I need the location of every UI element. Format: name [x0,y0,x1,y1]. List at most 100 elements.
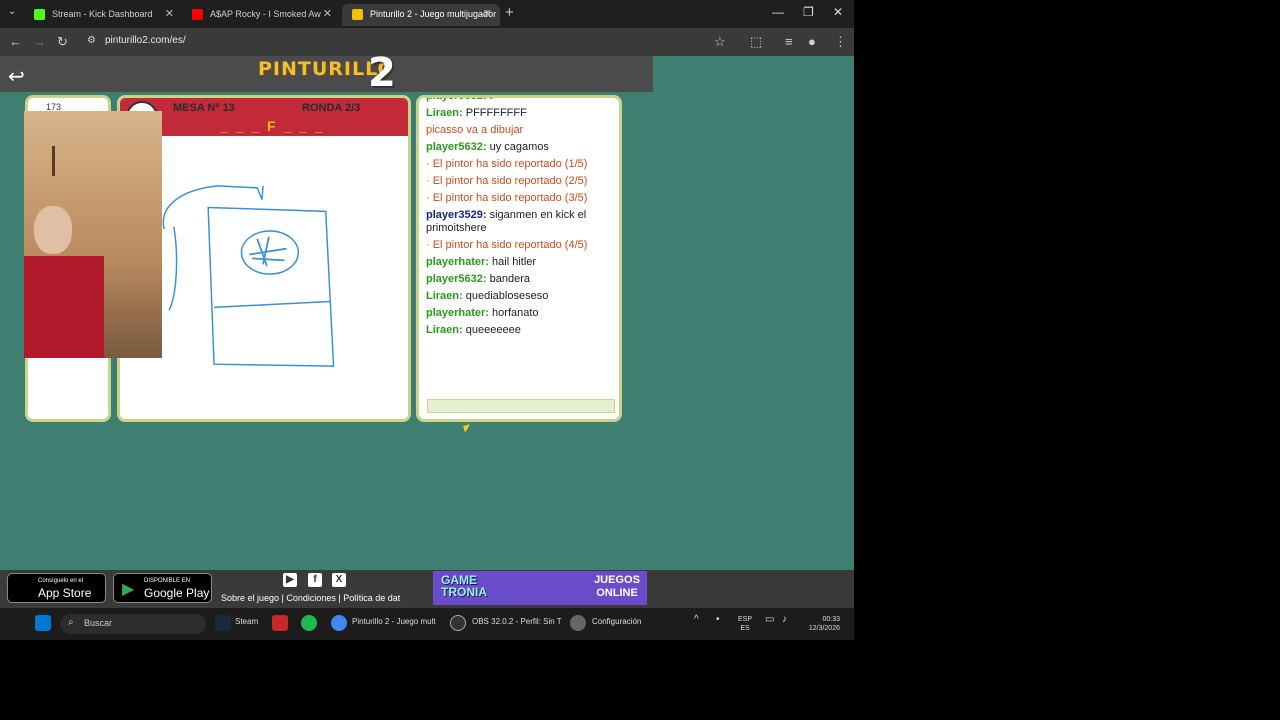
search-placeholder: Buscar [84,618,113,628]
google-play-small: DISPONIBLE EN [144,578,191,584]
game-top-bar: ↩ PINTURILLO 2 [0,50,653,96]
chat-message: playerhater: hail hitler [426,256,618,269]
extensions-icon[interactable]: ⬚ [750,34,762,50]
browser-toolbar: ← → ↻ ⚙ pinturillo2.com/es/ ☆ ⬚ ≡ ● ⋮ [0,28,854,56]
close-icon[interactable]: ✕ [165,4,174,24]
minimize-icon[interactable]: — [772,5,784,19]
back-icon[interactable]: ← [9,34,22,49]
obs-icon[interactable] [450,615,466,631]
taskbar-chrome[interactable]: Pinturillo 2 - Juego mult [352,617,436,626]
app-store-button[interactable]: Consíguelo en el App Store [7,573,106,603]
chat-system-message: · El pintor ha sido reportado (4/5) [426,239,618,252]
start-icon[interactable] [35,615,51,631]
chat-username[interactable]: Liraen: [426,324,463,336]
taskbar-settings[interactable]: Configuración [592,617,641,626]
tab-list-icon[interactable]: ⌄ [8,6,16,17]
tab-title: Pinturillo 2 - Juego multijugador [370,9,497,19]
chat-username[interactable]: player3529: [426,209,487,221]
chat-text: . [489,95,493,102]
taskbar-steam[interactable]: Steam [235,617,258,626]
person-face [34,206,72,254]
chat-username[interactable]: Liraen: [426,107,463,119]
x-icon[interactable]: X [332,573,346,587]
media-control-icon[interactable]: ≡ [785,34,793,49]
microphone-icon[interactable]: • [716,615,720,625]
gametronia-banner[interactable]: GAME TRONIA JUEGOS ONLINE [433,571,647,605]
footer-links[interactable]: Sobre el juego | Condiciones | Política … [221,593,400,603]
site-info-icon[interactable]: ⚙ [87,35,96,46]
close-icon[interactable]: ✕ [483,4,492,24]
clock[interactable]: 00:33 12/3/2026 [800,615,840,633]
chat-system-message: · El pintor ha sido reportado (1/5) [426,158,618,171]
tab-youtube[interactable]: A$AP Rocky - I Smoked Aw ✕ [182,4,340,26]
chat-text: hail hitler [492,256,537,268]
close-icon[interactable]: ✕ [323,4,332,24]
taskbar-obs[interactable]: OBS 32.0.2 - Perfil: Sin T [472,617,562,626]
chat-message: player5632: . [426,95,618,103]
tray-chevron-icon[interactable]: ^ [694,615,699,625]
spotify-icon[interactable] [301,615,317,631]
tab-kick[interactable]: Stream - Kick Dashboard ✕ [24,4,182,26]
keyboard-code: ES [740,625,750,632]
app-store-label: App Store [38,586,92,600]
drawing-canvas[interactable] [120,136,408,419]
tab-title: A$AP Rocky - I Smoked Aw [210,9,321,19]
system-text: · El pintor ha sido reportado (1/5) [426,158,588,170]
volume-icon[interactable]: ♪ [782,615,787,625]
chat-username[interactable]: Liraen: [426,290,463,302]
youtube-icon [192,9,203,20]
system-text: · El pintor ha sido reportado (3/5) [426,192,588,204]
settings-icon[interactable] [570,615,586,631]
app-store-small: Consíguelo en el [38,578,84,584]
word-hint: _ _ _ F _ _ _ [220,118,325,134]
chat-message: player5632: bandera [426,273,618,286]
chat-username[interactable]: player5632: [426,273,487,285]
chat-username[interactable]: player5632: [426,98,487,102]
chat-input[interactable] [427,399,615,413]
person-shirt [24,256,104,358]
google-play-button[interactable]: ▶ DISPONIBLE EN Google Play [113,573,212,603]
page-content: ↩ PINTURILLO 2 173 MESA Nº 13 RONDA 2/3 … [0,50,854,570]
chat-messages: player5632: . Liraen: PFFFFFFFF picasso va… [426,95,618,341]
system-text: · El pintor ha sido reportado (4/5) [426,239,588,251]
chat-system-message: picasso va a dibujar [426,124,618,137]
screen: ⌄ Stream - Kick Dashboard ✕ A$AP Rocky -… [0,0,854,640]
reload-icon[interactable]: ↻ [57,34,68,50]
menu-icon[interactable]: ⋮ [834,34,847,50]
new-tab-icon[interactable]: + [505,4,514,21]
back-arrow-icon[interactable]: ↩ [8,64,25,89]
chat-system-message: · El pintor ha sido reportado (2/5) [426,175,618,188]
chrome-icon[interactable] [331,615,347,631]
forward-icon[interactable]: → [33,34,46,49]
app-icon[interactable] [272,615,288,631]
game-logo-number: 2 [368,50,396,96]
windows-taskbar: ⌕ Buscar Steam Pinturillo 2 - Juego mult… [0,608,854,640]
taskbar-search[interactable]: ⌕ Buscar [60,614,206,634]
close-window-icon[interactable]: ✕ [833,5,843,19]
chat-message: player3529: siganmen en kick el primoits… [426,209,618,235]
bookmark-star-icon[interactable]: ☆ [714,34,726,50]
youtube-icon[interactable]: ▶ [283,573,297,587]
language-indicator[interactable]: ESP ES [738,615,752,633]
system-text: picasso va a dibujar [426,124,524,136]
steam-icon[interactable] [215,615,231,631]
chat-system-message: · El pintor ha sido reportado (3/5) [426,192,618,205]
chat-username[interactable]: playerhater: [426,307,489,319]
chat-message: Liraen: PFFFFFFFF [426,107,618,120]
chat-username[interactable]: player5632: [426,141,487,153]
banner-left-text: GAME TRONIA [441,573,487,599]
chat-username[interactable]: playerhater: [426,256,489,268]
restore-icon[interactable]: ❐ [803,5,814,19]
browser-tab-strip: ⌄ Stream - Kick Dashboard ✕ A$AP Rocky -… [0,0,854,28]
banner-right-text: JUEGOS ONLINE [594,574,640,599]
address-bar[interactable]: ⚙ pinturillo2.com/es/ ☆ [78,31,748,53]
date: 12/3/2026 [808,625,840,632]
url-text[interactable]: pinturillo2.com/es/ [105,35,186,46]
google-play-label: Google Play [144,586,210,600]
round-counter: RONDA 2/3 [302,102,361,114]
facebook-icon[interactable]: f [308,573,322,587]
network-icon[interactable]: ▭ [765,615,774,625]
chat-text: PFFFFFFFF [465,107,527,119]
tab-pinturillo[interactable]: Pinturillo 2 - Juego multijugador ✕ [342,4,500,26]
profile-icon[interactable]: ● [808,34,816,49]
